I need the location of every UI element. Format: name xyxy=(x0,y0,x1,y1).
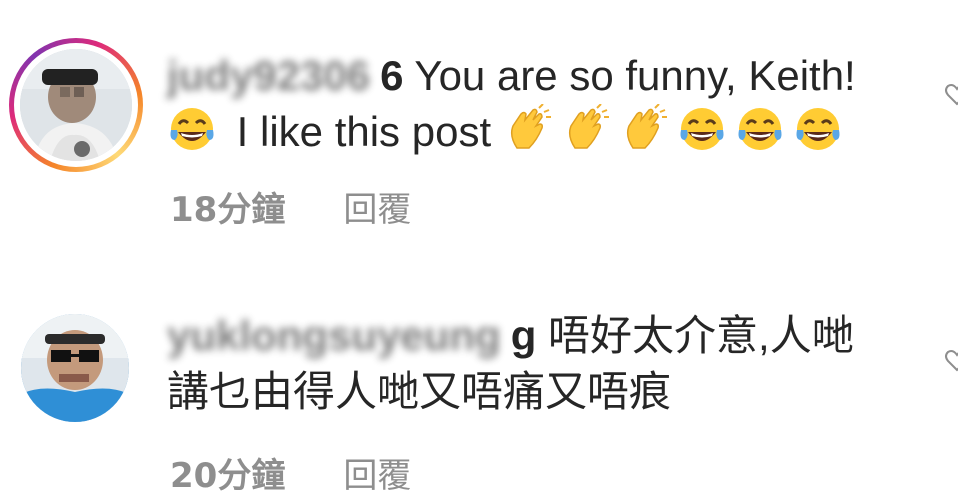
reply-button[interactable]: 回覆 xyxy=(343,190,411,230)
heart-icon[interactable] xyxy=(944,348,958,374)
avatar[interactable] xyxy=(21,314,129,422)
clapping-hands-emoji-icon xyxy=(619,104,669,154)
comment-body: judy92306 6 You are so funny, Keith! I li… xyxy=(167,48,856,160)
comment-item: yuklongsuyeung g 唔好太介意,人哋 講乜由得人哋又唔痛又唔痕 20… xyxy=(0,280,958,496)
comment-timestamp: 20分鐘 xyxy=(170,456,286,496)
clapping-hands-emoji-icon xyxy=(503,104,553,154)
laughing-emoji-icon xyxy=(167,104,217,154)
comment-text-line2: I like this post xyxy=(225,108,503,155)
reply-button[interactable]: 回覆 xyxy=(343,456,411,496)
comment-meta: 18分鐘 回覆 xyxy=(170,182,411,231)
comment-line-2: I like this post xyxy=(167,104,856,160)
username-tail[interactable]: g xyxy=(511,312,537,359)
comment-line-2: 講乜由得人哋又唔痛又唔痕 xyxy=(167,368,672,415)
comment-timestamp: 18分鐘 xyxy=(170,190,286,230)
username-link[interactable]: yuklongsuyeung xyxy=(167,312,501,359)
avatar[interactable] xyxy=(20,49,132,161)
clapping-hands-emoji-icon xyxy=(561,104,611,154)
comment-body: yuklongsuyeung g 唔好太介意,人哋 講乜由得人哋又唔痛又唔痕 xyxy=(167,308,854,420)
comment-line-1: yuklongsuyeung g 唔好太介意,人哋 xyxy=(167,308,854,364)
comment-text-line1: 唔好太介意,人哋 xyxy=(536,312,854,359)
username-link[interactable]: judy92306 xyxy=(167,52,370,99)
laughing-emoji-icon xyxy=(677,104,727,154)
laughing-emoji-icon xyxy=(735,104,785,154)
heart-icon[interactable] xyxy=(944,82,958,108)
comment-text-line1: You are so funny, Keith! xyxy=(403,52,856,99)
comment-line-1: judy92306 6 You are so funny, Keith! xyxy=(167,48,856,104)
comment-item: judy92306 6 You are so funny, Keith! I li… xyxy=(0,0,958,280)
comment-meta: 20分鐘 回覆 xyxy=(170,448,411,497)
laughing-emoji-icon xyxy=(793,104,843,154)
username-tail[interactable]: 6 xyxy=(380,52,403,99)
